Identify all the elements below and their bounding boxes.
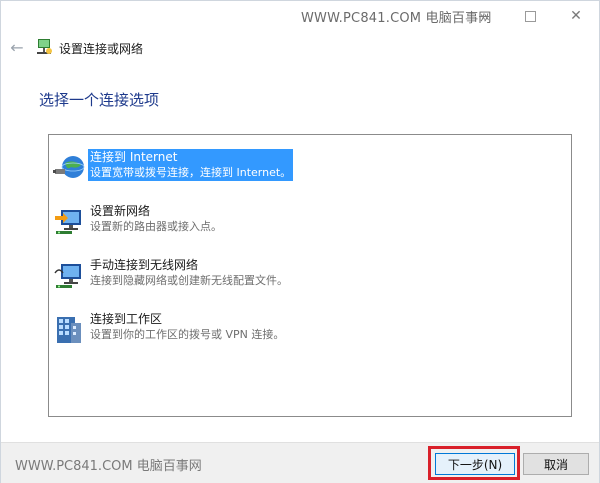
option-connect-internet[interactable]: 连接到 Internet 设置宽带或拨号连接，连接到 Internet。	[53, 145, 565, 193]
network-icon	[37, 39, 52, 54]
close-icon: ✕	[570, 8, 582, 24]
maximize-button[interactable]	[507, 1, 553, 31]
option-description: 设置宽带或拨号连接，连接到 Internet。	[90, 166, 292, 179]
connection-options-list[interactable]: 连接到 Internet 设置宽带或拨号连接，连接到 Internet。 设置新…	[48, 134, 572, 417]
cancel-button[interactable]: 取消	[523, 453, 589, 475]
option-title: 手动连接到无线网络	[90, 258, 199, 272]
option-description: 连接到隐藏网络或创建新无线配置文件。	[90, 274, 288, 287]
wireless-network-icon	[54, 264, 81, 288]
option-description: 设置到你的工作区的拨号或 VPN 连接。	[90, 328, 285, 341]
minimize-button[interactable]	[461, 1, 507, 31]
back-arrow-icon: ←	[10, 37, 24, 57]
window-title: 设置连接或网络	[59, 42, 144, 56]
option-title: 设置新网络	[90, 204, 151, 218]
option-text: 设置新网络 设置新的路由器或接入点。	[90, 203, 222, 235]
title-bar[interactable]: WWW.PC841.COM 电脑百事网 ✕	[1, 1, 599, 31]
option-connect-workplace[interactable]: 连接到工作区 设置到你的工作区的拨号或 VPN 连接。	[53, 307, 565, 355]
option-text: 手动连接到无线网络 连接到隐藏网络或创建新无线配置文件。	[90, 257, 288, 289]
next-button[interactable]: 下一步(N)	[435, 453, 515, 475]
option-manual-wireless[interactable]: 手动连接到无线网络 连接到隐藏网络或创建新无线配置文件。	[53, 253, 565, 301]
workplace-building-icon	[57, 317, 81, 343]
option-text: 连接到工作区 设置到你的工作区的拨号或 VPN 连接。	[90, 311, 284, 343]
new-network-icon	[55, 210, 81, 234]
option-text: 连接到 Internet 设置宽带或拨号连接，连接到 Internet。	[88, 149, 294, 181]
option-setup-new-network[interactable]: 设置新网络 设置新的路由器或接入点。	[53, 199, 565, 247]
nav-row: ← 设置连接或网络	[1, 31, 599, 63]
close-button[interactable]: ✕	[553, 1, 599, 31]
setup-connection-window: WWW.PC841.COM 电脑百事网 ✕ ← 设置连接或网络 选择一个连接选项	[0, 0, 600, 483]
minimize-icon	[479, 15, 489, 17]
option-title: 连接到工作区	[90, 312, 163, 326]
option-title: 连接到 Internet	[90, 150, 178, 164]
maximize-icon	[524, 10, 536, 22]
watermark-bottom: WWW.PC841.COM 电脑百事网	[15, 459, 202, 474]
page-heading: 选择一个连接选项	[39, 91, 160, 109]
option-description: 设置新的路由器或接入点。	[90, 220, 222, 233]
internet-globe-icon	[53, 156, 85, 178]
back-button[interactable]: ←	[7, 37, 27, 57]
footer-bar: WWW.PC841.COM 电脑百事网 下一步(N) 取消	[1, 442, 599, 483]
